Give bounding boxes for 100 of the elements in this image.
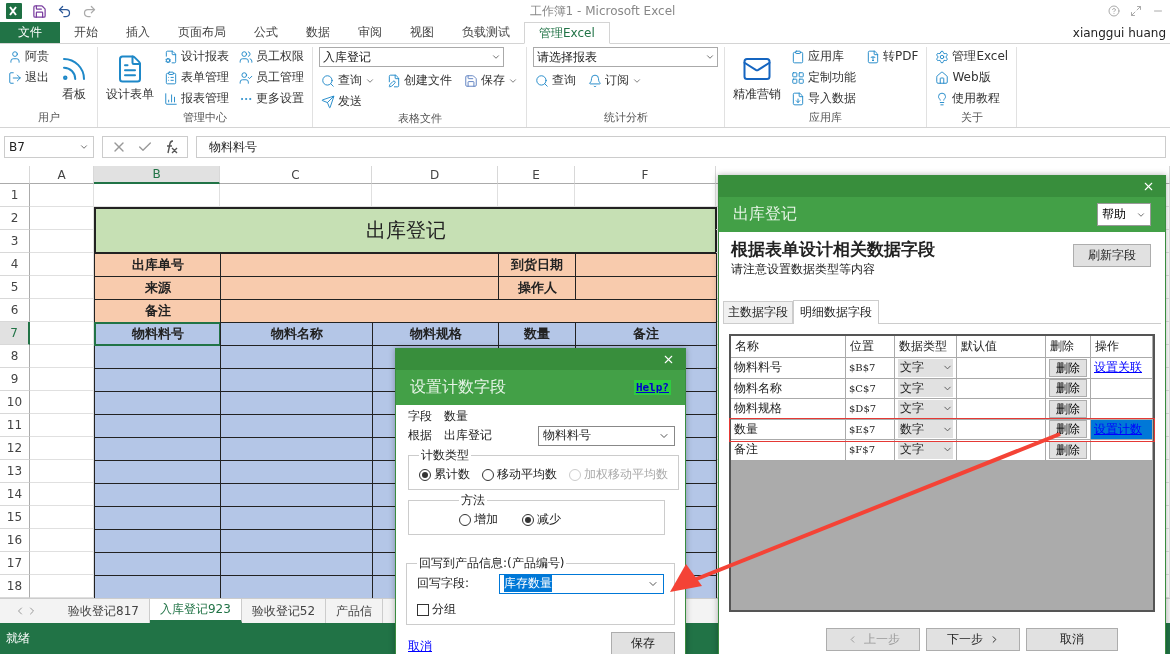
ribbon-button[interactable]: 表单管理 xyxy=(162,68,231,87)
delete-button[interactable]: 删除 xyxy=(1049,379,1087,398)
row-header[interactable]: 2 xyxy=(0,207,30,230)
ribbon-tab[interactable]: 管理Excel xyxy=(524,22,610,44)
dialog-tab[interactable]: 明细数据字段 xyxy=(793,300,879,324)
close-icon[interactable] xyxy=(662,353,675,366)
name-box[interactable]: B7 xyxy=(4,136,94,158)
delete-button[interactable]: 删除 xyxy=(1049,420,1087,439)
dialog-title: 设置计数字段 xyxy=(410,377,506,398)
user-name[interactable]: xianggui huang xyxy=(1072,25,1170,40)
row-header[interactable]: 13 xyxy=(0,460,30,483)
action-link[interactable]: 设置关联 xyxy=(1094,359,1142,377)
row-header[interactable]: 8 xyxy=(0,345,30,368)
ribbon-button[interactable]: 阿贵 xyxy=(6,47,51,66)
radio-option[interactable]: 移动平均数 xyxy=(482,466,557,483)
ribbon-button[interactable]: 应用库 xyxy=(789,47,858,66)
ribbon-button[interactable]: 订阅 xyxy=(586,71,644,90)
ribbon-button[interactable]: 精准营销 xyxy=(731,52,783,105)
select-all-corner[interactable] xyxy=(0,166,30,184)
help-link[interactable]: Help? xyxy=(633,380,671,395)
spreadsheet-logo-icon[interactable] xyxy=(6,3,22,19)
ribbon-button[interactable]: 设计报表 xyxy=(162,47,231,66)
close-icon[interactable] xyxy=(1142,180,1155,193)
next-button[interactable]: 下一步 xyxy=(926,628,1020,651)
row-header[interactable]: 15 xyxy=(0,506,30,529)
ribbon-button[interactable]: 报表管理 xyxy=(162,89,231,108)
row-header[interactable]: 16 xyxy=(0,529,30,552)
ribbon-button[interactable]: 员工管理 xyxy=(237,68,306,87)
help-dropdown[interactable]: 帮助 xyxy=(1097,203,1151,226)
save-button[interactable]: 保存 xyxy=(611,632,675,654)
column-header[interactable]: B xyxy=(94,166,220,184)
ribbon-button[interactable]: 保存 xyxy=(462,71,520,90)
ribbon-tab[interactable]: 负载测试 xyxy=(448,22,524,43)
type-select[interactable]: 文字 xyxy=(898,358,953,377)
row-header[interactable]: 9 xyxy=(0,368,30,391)
delete-button[interactable]: 删除 xyxy=(1049,399,1087,418)
undo-icon[interactable] xyxy=(57,3,72,19)
column-header[interactable]: C xyxy=(220,166,372,184)
help-icon[interactable] xyxy=(1108,5,1120,17)
ribbon-button[interactable]: Web版 xyxy=(933,68,1011,87)
ribbon-button[interactable]: 使用教程 xyxy=(933,89,1011,108)
ribbon-tab[interactable]: 审阅 xyxy=(344,22,396,43)
ribbon-button[interactable]: 查询 xyxy=(319,71,377,90)
ribbon-button[interactable]: 导入数据 xyxy=(789,89,858,108)
column-header[interactable]: E xyxy=(498,166,575,184)
group-checkbox[interactable]: 分组 xyxy=(417,601,664,618)
dialog-tab[interactable]: 主数据字段 xyxy=(723,301,793,323)
ribbon-button[interactable]: 设计表单 xyxy=(104,52,156,105)
type-select[interactable]: 文字 xyxy=(898,399,953,418)
column-header[interactable]: F xyxy=(575,166,716,184)
radio-option[interactable]: 累计数 xyxy=(419,466,470,483)
group-title: 方法 xyxy=(460,492,486,509)
refresh-button[interactable]: 刷新字段 xyxy=(1073,244,1151,267)
ribbon-tab[interactable]: 插入 xyxy=(112,22,164,43)
row-header[interactable]: 4 xyxy=(0,253,30,276)
radio-option[interactable]: 减少 xyxy=(522,511,561,528)
cancel-button[interactable]: 取消 xyxy=(1026,628,1118,651)
ribbon-button[interactable]: 查询 xyxy=(533,71,578,90)
row-header[interactable]: 10 xyxy=(0,391,30,414)
redo-icon[interactable] xyxy=(82,3,97,19)
type-select[interactable]: 数字 xyxy=(898,420,953,439)
row-header[interactable]: 11 xyxy=(0,414,30,437)
row-header[interactable]: 12 xyxy=(0,437,30,460)
save-icon[interactable] xyxy=(32,3,47,19)
ribbon-button[interactable]: 管理Excel xyxy=(933,47,1011,66)
field-label: 回写字段: xyxy=(417,575,470,592)
ribbon-button[interactable]: 退出 xyxy=(6,68,51,87)
ribbon-button[interactable]: 发送 xyxy=(319,92,364,111)
delete-button[interactable]: 删除 xyxy=(1049,440,1087,459)
delete-button[interactable]: 删除 xyxy=(1049,358,1087,377)
ribbon-button[interactable]: 创建文件 xyxy=(385,71,454,90)
cancel-link[interactable]: 取消 xyxy=(408,638,432,654)
ribbon-button[interactable]: 看板 xyxy=(57,52,91,105)
ribbon-tab[interactable]: 文件 xyxy=(0,22,60,43)
ribbon-tab[interactable]: 开始 xyxy=(60,22,112,43)
type-select[interactable]: 文字 xyxy=(898,440,953,459)
sheet-tab[interactable]: 入库登记923 xyxy=(149,599,242,623)
ribbon-tab[interactable]: 公式 xyxy=(240,22,292,43)
ribbon-tab[interactable]: 页面布局 xyxy=(164,22,240,43)
ribbon-button[interactable]: 更多设置 xyxy=(237,89,306,108)
ribbon-tab[interactable]: 数据 xyxy=(292,22,344,43)
row-header[interactable]: 17 xyxy=(0,552,30,575)
report-select[interactable]: 入库登记 xyxy=(319,47,504,67)
row-header[interactable]: 5 xyxy=(0,276,30,299)
formula-field[interactable]: 物料料号 xyxy=(196,136,1166,158)
report-select[interactable]: 请选择报表 xyxy=(533,47,718,67)
ribbon-button[interactable]: 员工权限 xyxy=(237,47,306,66)
ribbon-button[interactable]: 转PDF xyxy=(864,47,921,66)
radio-option[interactable]: 增加 xyxy=(459,511,498,528)
ribbon-tab[interactable]: 视图 xyxy=(396,22,448,43)
type-select[interactable]: 文字 xyxy=(898,379,953,398)
row-header[interactable]: 14 xyxy=(0,483,30,506)
row-header[interactable]: 3 xyxy=(0,230,30,253)
ribbon-button[interactable]: 定制功能 xyxy=(789,68,858,87)
writeback-select[interactable]: 库存数量 xyxy=(499,573,664,594)
column-header[interactable]: D xyxy=(372,166,498,184)
basis-select[interactable]: 物料料号 xyxy=(538,425,675,446)
ribbon-display-icon[interactable] xyxy=(1130,5,1142,17)
row-header[interactable]: 1 xyxy=(0,184,30,207)
row-header[interactable]: 7 xyxy=(0,322,30,345)
